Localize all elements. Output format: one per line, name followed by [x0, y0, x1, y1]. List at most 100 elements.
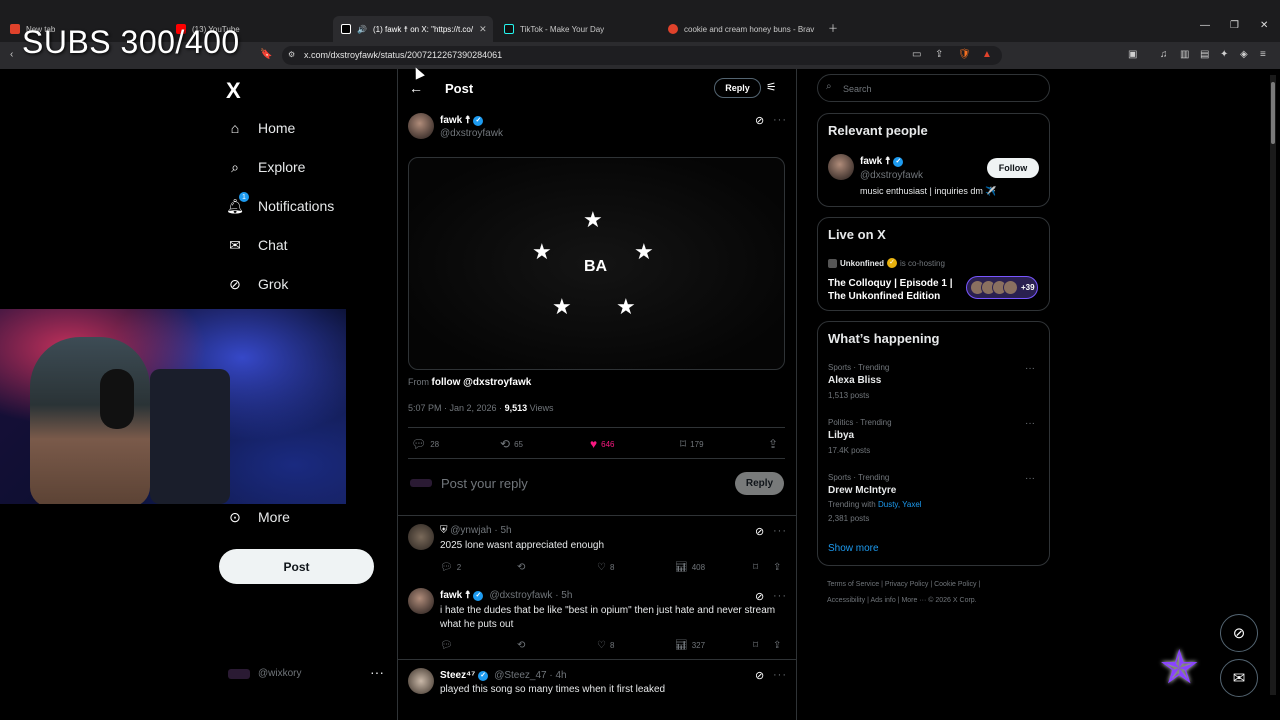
bookmark-page-icon[interactable]: 🔖	[260, 49, 272, 60]
reply-submit-button[interactable]: Reply	[735, 472, 784, 495]
reply-more-icon[interactable]: ···	[773, 590, 787, 602]
trend-name[interactable]: Drew McIntyre	[828, 485, 896, 496]
reply-avatar[interactable]	[408, 524, 434, 550]
music-icon[interactable]: ♫	[1160, 49, 1168, 60]
nav-more[interactable]: ⊙ More	[226, 508, 290, 526]
x-logo[interactable]: X	[226, 78, 241, 104]
trend-more-icon[interactable]: ···	[1025, 418, 1035, 429]
site-info-icon[interactable]: ⚙	[288, 50, 295, 59]
reply-views[interactable]: 📊︎ 327	[675, 640, 705, 651]
trend-category: Sports · Trending	[828, 473, 890, 482]
bookmark-icon: ⌑	[753, 562, 759, 573]
cast-icon[interactable]: ▭	[912, 49, 921, 60]
tab-tiktok[interactable]: TikTok - Make Your Day	[496, 16, 656, 42]
bookmark-action[interactable]: ⌑ 179	[680, 437, 704, 451]
repost-action[interactable]: ⟲ 65	[500, 437, 523, 451]
trend-name[interactable]: Alexa Bliss	[828, 375, 881, 386]
trend-more-icon[interactable]: ···	[1025, 363, 1035, 374]
reply-like-action[interactable]: ♡ 8	[597, 640, 614, 651]
live-space-title[interactable]: The Colloquy | Episode 1 | The Unkonfine…	[828, 277, 958, 303]
source-link[interactable]: follow @dxstroyfawk	[432, 377, 532, 388]
account-more-icon[interactable]: ···	[370, 664, 384, 680]
nav-home[interactable]: ⌂ Home	[226, 119, 296, 137]
brave-shields-icon[interactable]: 🛡	[958, 49, 971, 60]
grok-explain-icon[interactable]: ⊘	[755, 525, 764, 538]
reply-repost-action[interactable]: ⟲	[517, 640, 525, 651]
reply-comment-action[interactable]: 💬︎ 2	[440, 562, 461, 573]
back-arrow-icon[interactable]: ←	[409, 80, 423, 96]
grok-explain-icon[interactable]: ⊘	[755, 114, 764, 127]
reply-author-name[interactable]: Steez⁴⁷ ✓ @Steez_47 · 4h	[440, 670, 567, 681]
reply-avatar[interactable]	[408, 588, 434, 614]
show-more-link[interactable]: Show more	[828, 543, 879, 554]
trend-name[interactable]: Libya	[828, 430, 854, 441]
verified-icon: ✓	[478, 670, 489, 681]
minimize-icon[interactable]: —	[1200, 20, 1210, 31]
scrollbar-thumb[interactable]	[1271, 82, 1275, 144]
reply-action[interactable]: 💬︎ 28	[411, 437, 439, 451]
reply-input[interactable]: Post your reply	[441, 476, 528, 491]
window-close-icon[interactable]: ✕	[1260, 20, 1268, 31]
reply-filter-button[interactable]: Reply	[714, 78, 761, 98]
back-icon[interactable]: ‹	[10, 49, 13, 60]
follow-button[interactable]: Follow	[987, 158, 1039, 178]
messages-float-icon[interactable]: ✉	[1220, 659, 1258, 697]
tab-search[interactable]: cookie and cream honey buns - Brav	[660, 16, 820, 42]
tab-x-post[interactable]: 🔊 (1) fawk ☨ on X: "https://t.co/✕	[333, 16, 493, 42]
post-more-icon[interactable]: ···	[773, 114, 787, 126]
footer-links[interactable]: Accessibility | Ads info | More ··· © 20…	[827, 597, 977, 604]
menu-icon[interactable]: ≡	[1260, 49, 1266, 60]
grok-explain-icon[interactable]: ⊘	[755, 590, 764, 603]
reply-views[interactable]: 📊︎ 408	[675, 562, 705, 573]
share-action[interactable]: ⇪	[768, 437, 778, 451]
vpn-icon[interactable]: ◈	[1240, 49, 1248, 60]
reply-share-action[interactable]: ⇪	[773, 562, 781, 573]
live-host[interactable]: Unkonfined ✓ is co-hosting	[828, 258, 945, 268]
new-tab-icon[interactable]: ＋	[828, 20, 838, 35]
maximize-icon[interactable]: ❐	[1230, 20, 1239, 31]
share-icon[interactable]: ⇪	[935, 49, 943, 60]
nav-grok[interactable]: ⊘ Grok	[226, 275, 288, 293]
reply-author-name[interactable]: fawk ☨ ✓ @dxstroyfawk · 5h	[440, 590, 572, 601]
author-avatar[interactable]	[408, 113, 434, 139]
wallet-icon[interactable]: ▤	[1200, 49, 1209, 60]
nav-chat[interactable]: ✉ Chat	[226, 236, 287, 254]
sidebar-toggle-icon[interactable]: ▣	[1128, 49, 1137, 60]
leo-icon[interactable]: ✦	[1220, 49, 1228, 60]
account-switcher[interactable]: @wixkory	[228, 668, 302, 679]
reply-bookmark-action[interactable]: ⌑	[753, 562, 758, 573]
post-button[interactable]: Post	[219, 549, 374, 584]
sliders-icon[interactable]: ⚟	[766, 80, 777, 94]
reply-like-action[interactable]: ♡ 8	[597, 562, 614, 573]
search-icon: ⌕	[231, 158, 239, 175]
reply-comment-action[interactable]: 💬︎	[440, 640, 453, 651]
like-action[interactable]: ♥ 646	[590, 437, 614, 451]
close-tab-icon[interactable]: ✕	[479, 24, 487, 35]
reply-repost-action[interactable]: ⟲	[517, 562, 525, 573]
author-handle[interactable]: @dxstroyfawk	[440, 128, 503, 139]
reply-more-icon[interactable]: ···	[773, 669, 787, 681]
nav-explore[interactable]: ⌕ Explore	[226, 158, 305, 176]
brave-icon	[10, 24, 20, 34]
rewards-icon[interactable]: ▲	[982, 49, 992, 60]
split-view-icon[interactable]: ▥	[1180, 49, 1189, 60]
reply-author[interactable]: ⛨ @ynwjah · 5h	[440, 525, 512, 536]
reply-avatar[interactable]	[408, 668, 434, 694]
relevant-handle[interactable]: @dxstroyfawk	[860, 170, 923, 181]
footer-links[interactable]: Terms of Service | Privacy Policy | Cook…	[827, 581, 980, 588]
reply-bookmark-action[interactable]: ⌑	[753, 640, 758, 651]
search-input[interactable]: Search	[817, 74, 1050, 102]
nav-notifications[interactable]: 🔔︎ 1 Notifications	[226, 192, 334, 215]
reply-more-icon[interactable]: ···	[773, 525, 787, 537]
divider	[408, 427, 785, 428]
live-listeners[interactable]: +39	[966, 276, 1038, 299]
grok-explain-icon[interactable]: ⊘	[755, 669, 764, 682]
author-name[interactable]: fawk ☨ ✓	[440, 115, 484, 126]
scrollbar[interactable]	[1270, 75, 1276, 695]
relevant-name[interactable]: fawk ☨ ✓	[860, 156, 904, 167]
reply-share-action[interactable]: ⇪	[773, 640, 781, 651]
avatar[interactable]	[828, 154, 854, 180]
grok-float-icon[interactable]: ⊘	[1220, 614, 1258, 652]
address-bar[interactable]: x.com/dxstroyfawk/status/200721226739028…	[282, 46, 1002, 65]
trend-more-icon[interactable]: ···	[1025, 473, 1035, 484]
